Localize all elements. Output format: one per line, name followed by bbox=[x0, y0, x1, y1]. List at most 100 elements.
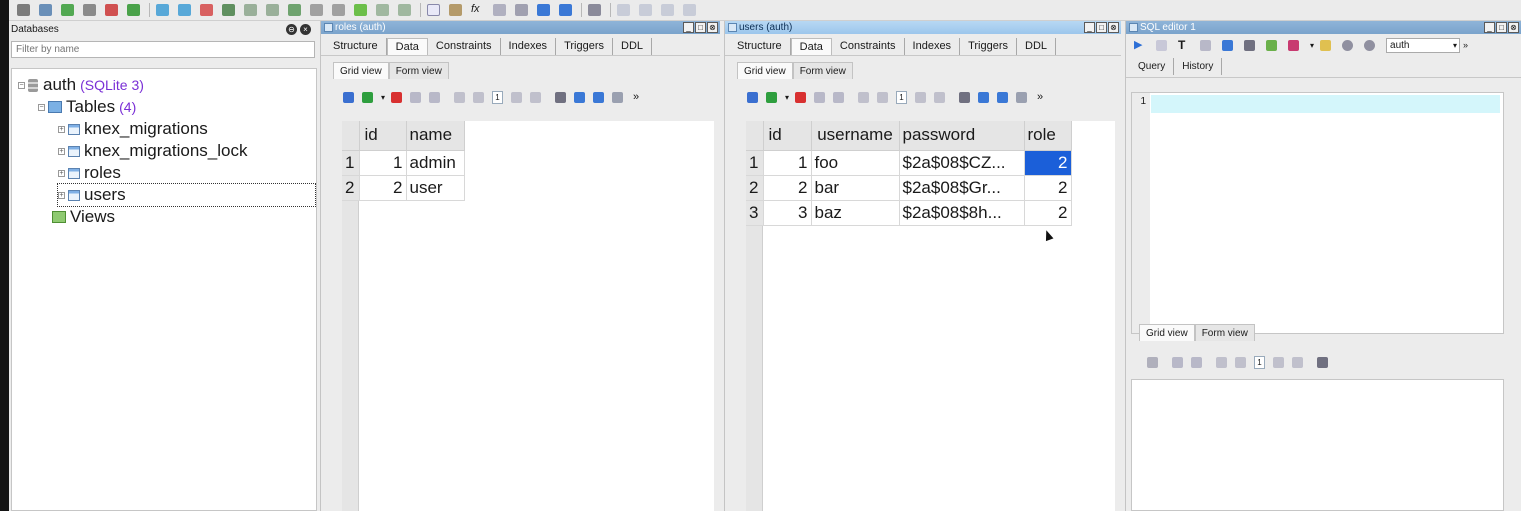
rollback-icon[interactable] bbox=[1191, 356, 1202, 368]
remove-trigger-icon[interactable] bbox=[332, 4, 345, 16]
edit-trigger-icon[interactable] bbox=[310, 4, 323, 16]
tab-form-view[interactable]: Form view bbox=[792, 62, 853, 79]
tree-item-tables[interactable]: − Tables (4) bbox=[38, 96, 136, 118]
float-panel-icon[interactable]: ⊖ bbox=[286, 24, 297, 35]
functions-icon[interactable]: fx bbox=[471, 4, 484, 16]
cell-id[interactable]: 1 bbox=[359, 150, 407, 176]
print-icon[interactable] bbox=[1244, 39, 1255, 51]
cell-name[interactable]: admin bbox=[406, 150, 465, 176]
more-icon[interactable]: » bbox=[633, 91, 639, 103]
expand-icon[interactable]: + bbox=[58, 169, 65, 177]
minimize-button[interactable]: _ bbox=[1484, 22, 1495, 33]
tab-triggers[interactable]: Triggers bbox=[556, 38, 613, 55]
first-page-icon[interactable] bbox=[454, 91, 466, 103]
populate-icon[interactable] bbox=[559, 4, 572, 16]
last-page-icon[interactable] bbox=[934, 91, 946, 103]
tools-icon[interactable] bbox=[588, 4, 601, 16]
add-database-icon[interactable] bbox=[61, 4, 74, 16]
save-icon[interactable] bbox=[1288, 39, 1299, 51]
column-header-name[interactable]: name bbox=[406, 121, 465, 151]
export-icon[interactable] bbox=[593, 91, 605, 103]
collapse-icon[interactable]: − bbox=[18, 81, 25, 89]
tile-windows-icon[interactable] bbox=[617, 4, 630, 16]
export-icon[interactable] bbox=[1266, 39, 1277, 51]
cell-username[interactable]: foo bbox=[811, 150, 900, 176]
cell-id[interactable]: 2 bbox=[359, 175, 407, 201]
tab-indexes[interactable]: Indexes bbox=[501, 38, 557, 55]
tab-ddl[interactable]: DDL bbox=[1017, 38, 1057, 55]
find-icon[interactable] bbox=[1342, 39, 1354, 51]
table-row[interactable]: 3 3 baz $2a$08$8h... 2 bbox=[746, 200, 1072, 226]
minimize-button[interactable]: _ bbox=[683, 22, 694, 33]
import-icon[interactable] bbox=[978, 91, 990, 103]
last-page-icon[interactable] bbox=[530, 91, 542, 103]
table-row[interactable]: 1 1 foo $2a$08$CZ... 2 bbox=[746, 150, 1072, 176]
next-page-icon[interactable] bbox=[511, 91, 523, 103]
history-icon[interactable] bbox=[1200, 39, 1211, 51]
dropdown-icon[interactable]: ▾ bbox=[381, 93, 385, 102]
delete-row-icon[interactable] bbox=[391, 91, 403, 103]
expand-icon[interactable]: + bbox=[58, 147, 65, 155]
remove-table-icon[interactable] bbox=[200, 4, 213, 16]
close-button[interactable]: ⊗ bbox=[1108, 22, 1119, 33]
first-page-icon[interactable] bbox=[1216, 356, 1227, 368]
filter-input[interactable] bbox=[11, 41, 315, 58]
minimize-button[interactable]: _ bbox=[1084, 22, 1095, 33]
import-icon[interactable] bbox=[537, 4, 550, 16]
delete-row-icon[interactable] bbox=[795, 91, 807, 103]
close-button[interactable]: ⊗ bbox=[1508, 22, 1519, 33]
tab-query[interactable]: Query bbox=[1130, 58, 1175, 75]
edit-table-icon[interactable] bbox=[178, 4, 191, 16]
table-row[interactable]: 2 2 bar $2a$08$Gr... 2 bbox=[746, 175, 1072, 201]
dropdown-icon[interactable]: ▾ bbox=[1310, 41, 1314, 50]
next-page-icon[interactable] bbox=[915, 91, 927, 103]
query-editor[interactable]: 1 bbox=[1131, 92, 1504, 334]
tree-item-table[interactable]: + knex_migrations_lock bbox=[58, 140, 247, 162]
explain-icon[interactable] bbox=[1156, 39, 1167, 51]
refresh-icon[interactable] bbox=[1147, 356, 1158, 368]
commit-icon[interactable] bbox=[1172, 356, 1183, 368]
add-table-icon[interactable] bbox=[156, 4, 169, 16]
print-icon[interactable] bbox=[1317, 356, 1328, 368]
close-button[interactable]: ⊗ bbox=[707, 22, 718, 33]
commit-icon[interactable] bbox=[410, 91, 422, 103]
more-icon[interactable]: » bbox=[1463, 40, 1468, 50]
cell-role-selected[interactable]: 2 bbox=[1024, 150, 1072, 176]
remove-database-icon[interactable] bbox=[105, 4, 118, 16]
database-select[interactable]: auth ▾ bbox=[1386, 37, 1461, 53]
tab-constraints[interactable]: Constraints bbox=[832, 38, 905, 55]
tab-structure[interactable]: Structure bbox=[325, 38, 387, 55]
edit-database-icon[interactable] bbox=[83, 4, 96, 16]
expand-icon[interactable]: + bbox=[58, 191, 65, 199]
sql-editor-titlebar[interactable]: SQL editor 1 _ □ ⊗ bbox=[1126, 21, 1521, 34]
last-page-icon[interactable] bbox=[1292, 356, 1303, 368]
connect-icon[interactable] bbox=[17, 4, 30, 16]
collapse-icon[interactable]: − bbox=[38, 103, 45, 111]
add-view-icon[interactable] bbox=[354, 4, 367, 16]
remove-index-icon[interactable] bbox=[266, 4, 279, 16]
print-icon[interactable] bbox=[555, 91, 567, 103]
cell-role[interactable]: 2 bbox=[1024, 200, 1072, 226]
print-icon[interactable] bbox=[959, 91, 971, 103]
cell-password[interactable]: $2a$08$CZ... bbox=[899, 150, 1025, 176]
cell-id[interactable]: 3 bbox=[763, 200, 812, 226]
refresh-icon[interactable] bbox=[343, 91, 354, 103]
refresh-database-icon[interactable] bbox=[127, 4, 140, 16]
cell-password[interactable]: $2a$08$8h... bbox=[899, 200, 1025, 226]
table-row[interactable]: 2 2 user bbox=[342, 175, 465, 201]
cell-role[interactable]: 2 bbox=[1024, 175, 1072, 201]
tab-structure[interactable]: Structure bbox=[729, 38, 791, 55]
tab-grid-view[interactable]: Grid view bbox=[737, 62, 793, 79]
disconnect-icon[interactable] bbox=[39, 4, 52, 16]
cell-id[interactable]: 2 bbox=[763, 175, 812, 201]
populate-icon[interactable] bbox=[612, 91, 624, 103]
tree-item-views[interactable]: Views bbox=[52, 206, 115, 228]
tab-form-view[interactable]: Form view bbox=[1194, 324, 1255, 341]
tab-ddl[interactable]: DDL bbox=[613, 38, 653, 55]
tab-data[interactable]: Data bbox=[386, 38, 428, 55]
cell-id[interactable]: 1 bbox=[763, 150, 812, 176]
close-panel-icon[interactable]: × bbox=[300, 24, 311, 35]
column-header-password[interactable]: password bbox=[899, 121, 1025, 151]
first-page-icon[interactable] bbox=[858, 91, 870, 103]
column-header-role[interactable]: role bbox=[1024, 121, 1072, 151]
